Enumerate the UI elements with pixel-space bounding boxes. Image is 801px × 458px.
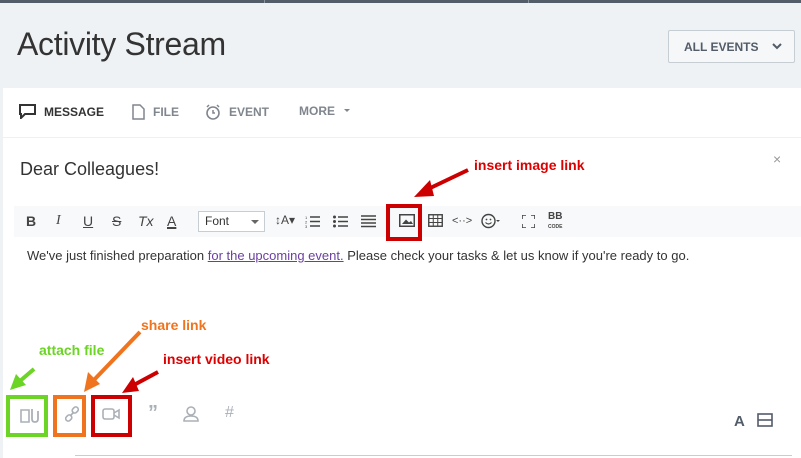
arrow-insert-video (122, 370, 159, 393)
annotation-arrows (10, 168, 469, 393)
arrow-insert-image (414, 168, 469, 197)
arrow-attach-file (10, 367, 36, 390)
